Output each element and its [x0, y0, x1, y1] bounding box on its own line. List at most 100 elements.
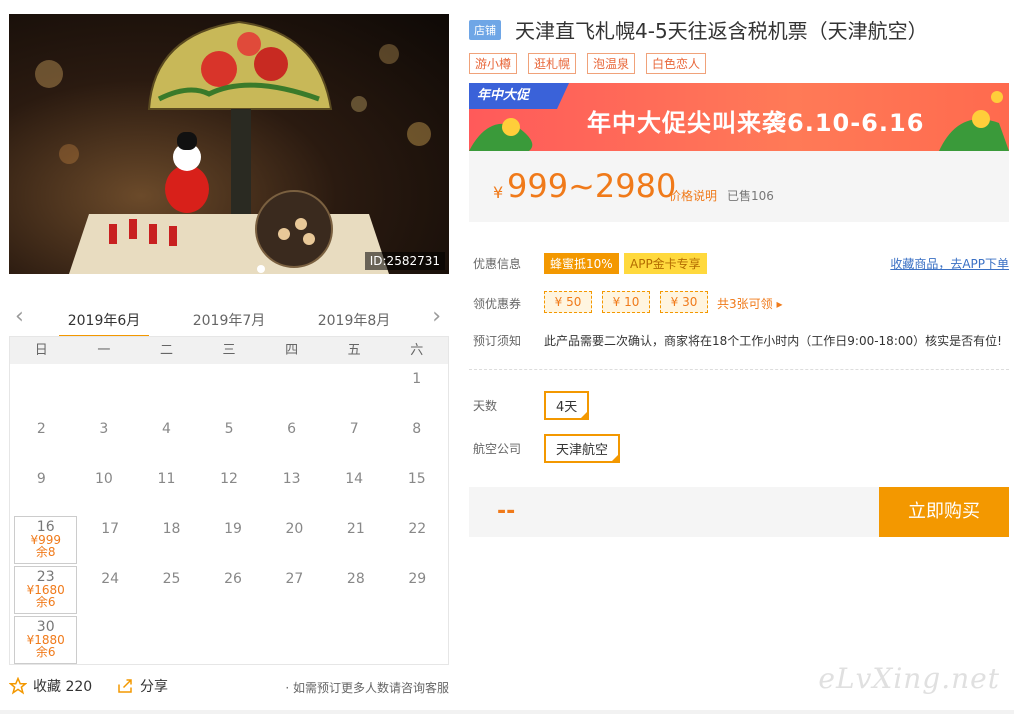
- airline-label: 航空公司: [473, 442, 522, 456]
- calendar-day-available[interactable]: 23 ¥1680 余6: [14, 566, 78, 614]
- calendar-day: [202, 614, 263, 664]
- tab-month-july[interactable]: 2019年7月: [184, 310, 274, 330]
- calendar-day: 6: [287, 421, 297, 437]
- product-photo[interactable]: ID:2582731: [9, 14, 449, 274]
- calendar-day: 4: [161, 421, 171, 437]
- buy-now-button[interactable]: 立即购买: [879, 487, 1009, 537]
- sold-count: 已售106: [727, 189, 774, 203]
- calendar-day-available[interactable]: 16 ¥999 余8: [14, 516, 78, 564]
- calendar-day: 22: [408, 521, 427, 537]
- tab-month-august[interactable]: 2019年8月: [309, 310, 399, 330]
- weekday: 六: [410, 343, 424, 358]
- calendar-day: 1: [412, 371, 422, 387]
- site-watermark: eLvXing.net: [818, 662, 1000, 695]
- day-number: 23: [36, 569, 55, 585]
- day-stock: 余6: [35, 645, 56, 659]
- calendar-grid: 日 一 二 三 四 五 六 1 2 3 4 5 6 7 8 9 10 11 12 13 14 15 16 ¥99…: [9, 336, 449, 665]
- days-option-4[interactable]: 4天: [544, 391, 590, 420]
- discount-label: 优惠信息: [473, 257, 522, 271]
- coupon-10[interactable]: ¥ 10: [602, 291, 650, 313]
- favorite-app-link[interactable]: 收藏商品，去APP下单: [890, 255, 1009, 272]
- share-button[interactable]: 分享: [116, 676, 168, 696]
- selected-price: --: [497, 499, 516, 524]
- prev-month-arrow-icon[interactable]: ‹: [15, 306, 24, 328]
- tag-item: 逛札幌: [528, 53, 577, 74]
- calendar-day: 28: [346, 571, 365, 587]
- tab-month-june[interactable]: 2019年6月: [59, 310, 149, 330]
- calendar-day: 9: [36, 471, 46, 487]
- weekday: 四: [285, 343, 299, 358]
- favorite-label: 收藏 220: [33, 679, 93, 695]
- star-icon: [9, 677, 27, 695]
- favorite-button[interactable]: 收藏 220: [9, 676, 92, 696]
- photo-illustration: [35, 20, 431, 274]
- weekday: 三: [222, 343, 236, 358]
- calendar-day: [135, 364, 198, 414]
- calendar-day: 21: [346, 521, 365, 537]
- calendar-day: [10, 364, 73, 414]
- calendar-day: [387, 614, 448, 664]
- calendar-day: [323, 364, 386, 414]
- calendar-day: 2: [36, 421, 46, 437]
- promo-banner[interactable]: 年中大促 年中大促尖叫来袭6.10-6.16: [469, 83, 1009, 151]
- promo-badge: 年中大促: [469, 83, 569, 109]
- calendar-day: 27: [285, 571, 304, 587]
- product-details: 店铺 天津直飞札幌4-5天往返含税机票（天津航空） 游小樽 逛札幌 泡温泉 白色…: [469, 14, 1009, 537]
- coupon-50[interactable]: ¥ 50: [544, 291, 592, 313]
- day-number: 16: [36, 519, 55, 535]
- bottom-border: [0, 710, 1014, 714]
- calendar-day: 13: [282, 471, 301, 487]
- calendar-day: [79, 614, 140, 664]
- title-row: 店铺 天津直飞札幌4-5天往返含税机票（天津航空）: [469, 14, 1009, 44]
- calendar-day: 14: [345, 471, 364, 487]
- product-title: 天津直飞札幌4-5天往返含税机票（天津航空）: [515, 19, 928, 43]
- next-month-arrow-icon[interactable]: ›: [432, 306, 441, 328]
- share-label: 分享: [140, 679, 168, 695]
- calendar-day: 24: [101, 571, 120, 587]
- price-panel: ¥ 999~2980 价格说明 已售106: [469, 151, 1009, 222]
- coupon-more-link[interactable]: 共3张可领 ▸: [717, 295, 782, 312]
- discount-badge-app: APP金卡专享: [624, 253, 707, 274]
- tag-item: 游小樽: [469, 53, 518, 74]
- calendar-day-available[interactable]: 30 ¥1880 余6: [14, 616, 78, 664]
- calendar-day: 7: [349, 421, 359, 437]
- calendar-day: 20: [285, 521, 304, 537]
- weekday-header: 日 一 二 三 四 五 六: [10, 337, 448, 364]
- calendar-day: [198, 364, 261, 414]
- calendar-day: [264, 614, 325, 664]
- calendar-week-row: 30 ¥1880 余6: [10, 614, 448, 664]
- tag-item: 泡温泉: [587, 53, 636, 74]
- promo-text: 年中大促尖叫来袭6.10-6.16: [587, 109, 925, 137]
- weekday: 一: [97, 343, 111, 358]
- price-note-link[interactable]: 价格说明: [669, 187, 717, 204]
- bottom-actions: 收藏 220 分享 · 如需预订更多人数请咨询客服: [9, 676, 449, 700]
- image-id-label: ID:2582731: [364, 252, 445, 270]
- airline-option[interactable]: 天津航空: [544, 434, 621, 463]
- date-calendar: ‹ 2019年6月 2019年7月 2019年8月 › 日 一 二 三 四 五 …: [9, 300, 449, 665]
- calendar-day: 26: [224, 571, 242, 587]
- calendar-day: [141, 614, 202, 664]
- coupon-30[interactable]: ¥ 30: [660, 291, 708, 313]
- calendar-day: 18: [162, 521, 181, 537]
- calendar-day: [73, 364, 136, 414]
- currency-symbol: ¥: [493, 183, 504, 202]
- day-stock: 余8: [35, 545, 56, 559]
- calendar-week-row: 23 ¥1680 余6 24 25 26 27 28 29: [10, 564, 448, 614]
- calendar-day: 12: [220, 471, 238, 487]
- calendar-day: 17: [101, 521, 120, 537]
- calendar-day: [260, 364, 323, 414]
- calendar-day: 3: [99, 421, 109, 437]
- share-icon: [118, 679, 132, 693]
- calendar-day: 25: [162, 571, 181, 587]
- carousel-dot[interactable]: [257, 265, 265, 273]
- booking-hint: · 如需预订更多人数请咨询客服: [285, 681, 449, 695]
- product-tags: 游小樽 逛札幌 泡温泉 白色恋人: [469, 53, 707, 74]
- calendar-week-row: 9 10 11 12 13 14 15: [10, 464, 448, 514]
- month-tabs: ‹ 2019年6月 2019年7月 2019年8月 ›: [9, 300, 449, 338]
- shop-badge: 店铺: [469, 20, 501, 40]
- weekday: 二: [159, 343, 173, 358]
- coupon-label: 领优惠券: [473, 297, 522, 311]
- discount-badge-honey: 蜂蜜抵10%: [544, 253, 619, 274]
- calendar-day: 8: [412, 421, 422, 437]
- purchase-bar: -- 立即购买: [469, 487, 1009, 537]
